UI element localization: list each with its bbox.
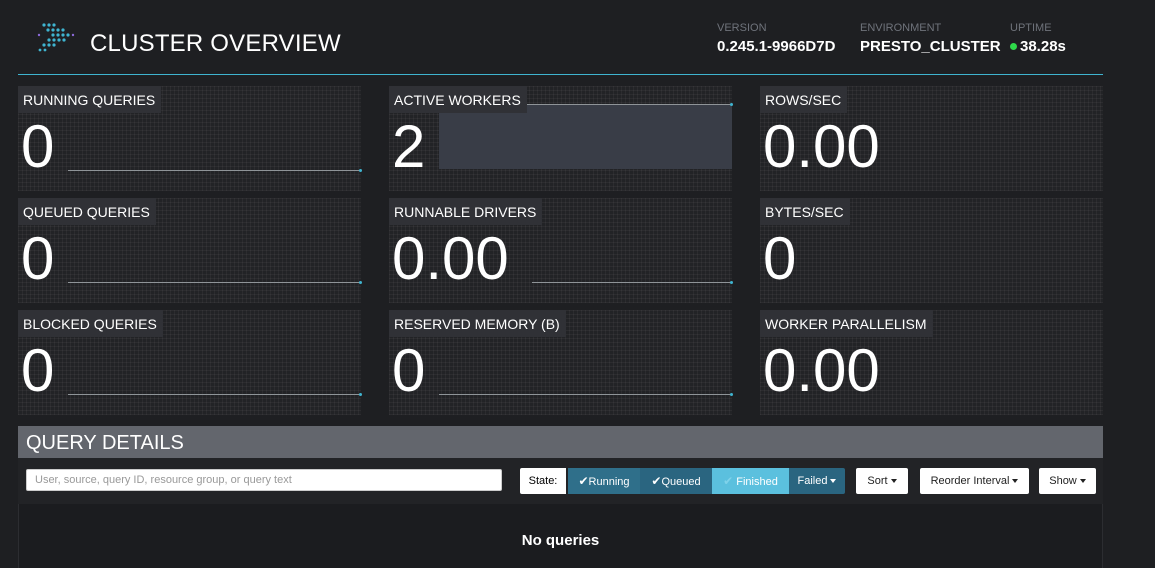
sparkline xyxy=(532,281,733,284)
stat-value: 0.00 xyxy=(763,337,880,404)
query-list: No queries xyxy=(18,504,1103,568)
filter-failed-dropdown[interactable]: Failed xyxy=(789,468,845,494)
stat-value: 0.00 xyxy=(763,113,880,180)
caret-down-icon xyxy=(1079,479,1086,483)
stat-value: 0 xyxy=(763,225,797,292)
caret-down-icon xyxy=(830,479,837,483)
caret-down-icon xyxy=(1012,479,1019,483)
stat-value: 0 xyxy=(21,225,55,292)
filter-finished-label: Finished xyxy=(736,476,778,488)
uptime-value-row: 38.28s xyxy=(1010,38,1066,55)
sort-label: Sort xyxy=(867,475,888,487)
page-title: CLUSTER OVERVIEW xyxy=(90,30,341,57)
stat-blocked-queries: BLOCKED QUERIES 0 xyxy=(18,310,362,415)
environment-info: ENVIRONMENT PRESTO_CLUSTER xyxy=(860,22,1001,55)
uptime-label: UPTIME xyxy=(1010,22,1052,34)
query-search-input[interactable] xyxy=(26,469,502,491)
stat-value: 0.00 xyxy=(392,225,509,292)
sparkline xyxy=(439,393,733,396)
stat-bytes-per-sec: BYTES/SEC 0 xyxy=(760,198,1103,303)
query-details-header: QUERY DETAILS xyxy=(18,426,1103,458)
stat-running-queries: RUNNING QUERIES 0 xyxy=(18,86,362,191)
stat-value: 0 xyxy=(392,337,426,404)
filter-queued-button[interactable]: ✔Queued xyxy=(640,468,712,494)
reorder-interval-dropdown[interactable]: Reorder Interval xyxy=(920,468,1029,494)
environment-value: PRESTO_CLUSTER xyxy=(860,38,1001,55)
stat-queued-queries: QUEUED QUERIES 0 xyxy=(18,198,362,303)
filter-failed-label: Failed xyxy=(797,475,828,487)
stat-value: 0 xyxy=(21,113,55,180)
stat-value: 2 xyxy=(392,113,426,180)
stat-rows-per-sec: ROWS/SEC 0.00 xyxy=(760,86,1103,191)
filter-finished-button[interactable]: ✔ Finished xyxy=(712,468,789,494)
stat-value: 0 xyxy=(21,337,55,404)
stat-worker-parallelism: WORKER PARALLELISM 0.00 xyxy=(760,310,1103,415)
query-filter-bar: State: ✔Running ✔Queued ✔ Finished Faile… xyxy=(18,458,1103,504)
sparkline xyxy=(68,281,362,284)
stat-runnable-drivers: RUNNABLE DRIVERS 0.00 xyxy=(389,198,733,303)
stat-active-workers: ACTIVE WORKERS 2 xyxy=(389,86,733,191)
reorder-interval-label: Reorder Interval xyxy=(930,475,1010,487)
uptime-info: UPTIME 38.28s xyxy=(1010,22,1066,55)
check-icon: ✔ xyxy=(578,474,589,488)
query-details-title: QUERY DETAILS xyxy=(26,432,184,454)
filter-queued-label: Queued xyxy=(661,476,701,488)
version-value: 0.245.1-9966D7D xyxy=(717,38,836,55)
version-info: VERSION 0.245.1-9966D7D xyxy=(717,22,835,55)
status-dot-icon xyxy=(1010,43,1017,50)
uptime-value: 38.28s xyxy=(1020,38,1066,55)
filter-running-button[interactable]: ✔Running xyxy=(568,468,640,494)
presto-logo-icon xyxy=(37,23,75,52)
sparkline xyxy=(68,169,362,172)
check-icon: ✔ xyxy=(651,474,662,488)
sparkline xyxy=(439,103,733,169)
sparkline xyxy=(68,393,362,396)
empty-state-message: No queries xyxy=(521,532,600,549)
sort-dropdown[interactable]: Sort xyxy=(856,468,908,494)
version-label: VERSION xyxy=(717,22,767,34)
state-label: State: xyxy=(520,468,566,494)
header: CLUSTER OVERVIEW VERSION 0.245.1-9966D7D… xyxy=(18,0,1103,75)
stat-reserved-memory: RESERVED MEMORY (B) 0 xyxy=(389,310,733,415)
environment-label: ENVIRONMENT xyxy=(860,22,942,34)
show-dropdown[interactable]: Show xyxy=(1039,468,1096,494)
caret-down-icon xyxy=(890,479,897,483)
check-icon: ✔ xyxy=(723,474,734,488)
filter-running-label: Running xyxy=(588,476,630,488)
cluster-overview-page: CLUSTER OVERVIEW VERSION 0.245.1-9966D7D… xyxy=(0,0,1155,568)
show-label: Show xyxy=(1049,475,1077,487)
